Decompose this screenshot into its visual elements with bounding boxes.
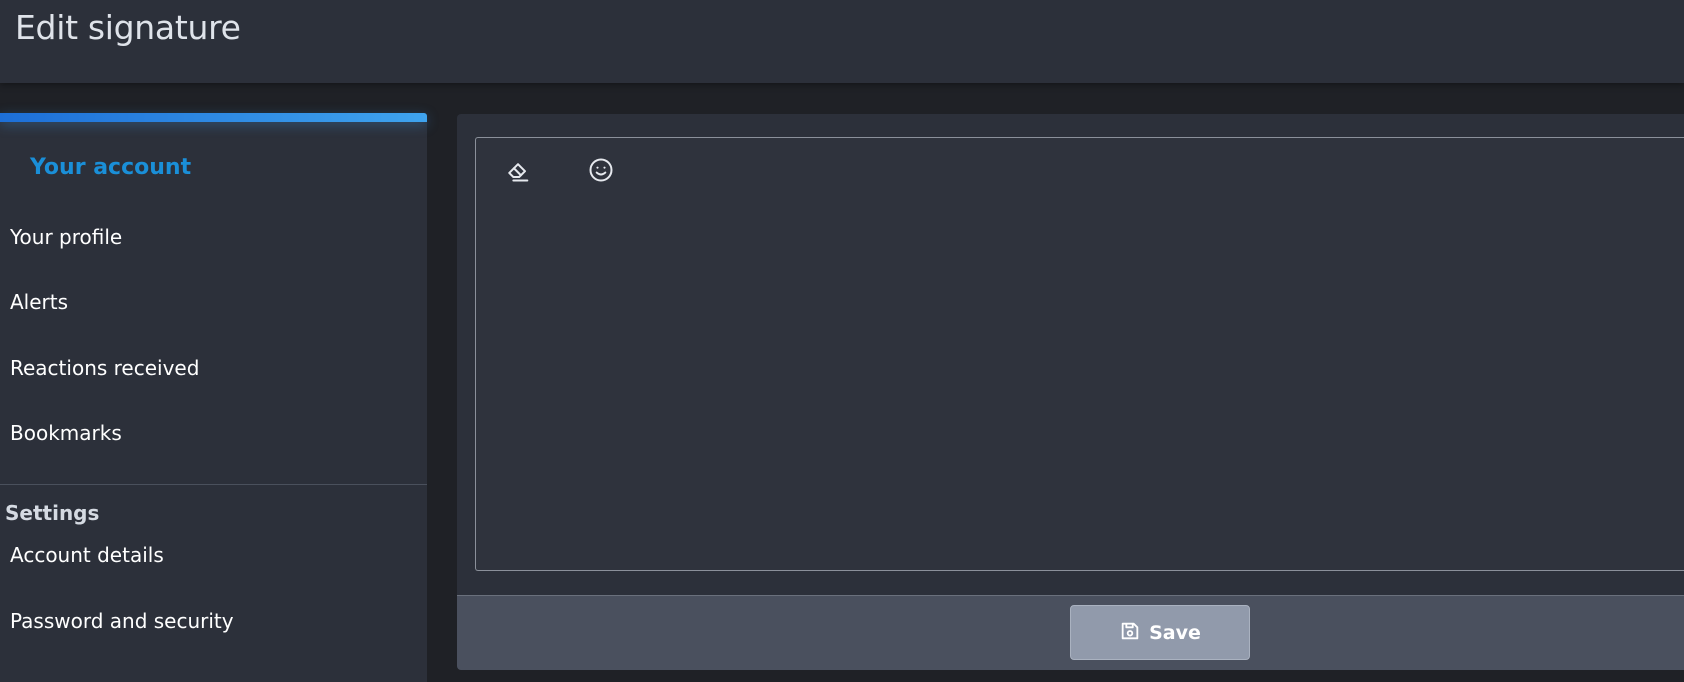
signature-editor[interactable] — [475, 137, 1684, 571]
sidebar-item-account-details[interactable]: Account details — [10, 543, 164, 567]
sidebar-heading[interactable]: Your account — [30, 155, 191, 180]
floppy-disk-icon — [1119, 620, 1141, 646]
sidebar-item-your-profile[interactable]: Your profile — [10, 225, 122, 249]
account-sidebar: Your account Your profile Alerts Reactio… — [0, 113, 427, 682]
sidebar-item-bookmarks[interactable]: Bookmarks — [10, 421, 122, 445]
sidebar-item-password-security[interactable]: Password and security — [10, 609, 234, 633]
save-button[interactable]: Save — [1070, 605, 1250, 660]
signature-text-area[interactable] — [496, 208, 1670, 550]
sidebar-item-reactions-received[interactable]: Reactions received — [10, 356, 199, 380]
sidebar-section-settings: Settings — [5, 501, 100, 525]
remove-formatting-button[interactable] — [502, 156, 534, 188]
form-footer: Save — [457, 595, 1684, 670]
save-label: Save — [1149, 621, 1201, 644]
sidebar-divider — [0, 484, 427, 485]
smile-icon — [587, 156, 615, 188]
insert-emoji-button[interactable] — [585, 156, 617, 188]
page-header: Edit signature — [0, 0, 1684, 83]
sidebar-item-alerts[interactable]: Alerts — [10, 290, 68, 314]
page-title: Edit signature — [15, 8, 241, 47]
eraser-icon — [504, 156, 532, 188]
sidebar-accent-bar — [0, 113, 427, 122]
signature-form: Save — [457, 114, 1684, 670]
